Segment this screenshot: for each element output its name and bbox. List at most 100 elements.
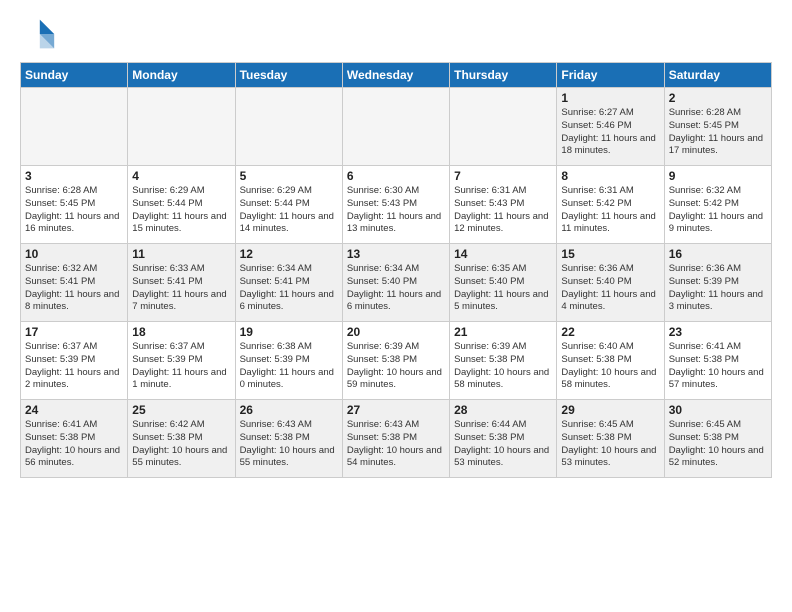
calendar-day-header: Saturday — [664, 63, 771, 88]
calendar-cell: 10 Sunrise: 6:32 AMSunset: 5:41 PMDayligh… — [21, 244, 128, 322]
day-info: Sunrise: 6:36 AMSunset: 5:39 PMDaylight:… — [669, 263, 767, 314]
day-info: Sunrise: 6:28 AMSunset: 5:45 PMDaylight:… — [25, 185, 123, 236]
day-number: 27 — [347, 403, 445, 417]
day-info: Sunrise: 6:36 AMSunset: 5:40 PMDaylight:… — [561, 263, 659, 314]
calendar-cell: 18 Sunrise: 6:37 AMSunset: 5:39 PMDayligh… — [128, 322, 235, 400]
day-info: Sunrise: 6:37 AMSunset: 5:39 PMDaylight:… — [132, 341, 230, 392]
calendar-week-row: 24 Sunrise: 6:41 AMSunset: 5:38 PMDayligh… — [21, 400, 772, 478]
calendar-cell — [450, 88, 557, 166]
calendar-cell: 25 Sunrise: 6:42 AMSunset: 5:38 PMDayligh… — [128, 400, 235, 478]
calendar-cell: 1Sunrise: 6:27 AMSunset: 5:46 PMDaylight… — [557, 88, 664, 166]
header — [20, 16, 772, 52]
day-number: 17 — [25, 325, 123, 339]
calendar-cell: 13 Sunrise: 6:34 AMSunset: 5:40 PMDayligh… — [342, 244, 449, 322]
day-number: 25 — [132, 403, 230, 417]
day-number: 4 — [132, 169, 230, 183]
day-info: Sunrise: 6:27 AMSunset: 5:46 PMDaylight:… — [561, 107, 659, 158]
calendar-cell: 29 Sunrise: 6:45 AMSunset: 5:38 PMDayligh… — [557, 400, 664, 478]
day-number: 10 — [25, 247, 123, 261]
day-info: Sunrise: 6:45 AMSunset: 5:38 PMDaylight:… — [669, 419, 767, 470]
logo-icon — [20, 16, 56, 52]
calendar-week-row: 10 Sunrise: 6:32 AMSunset: 5:41 PMDayligh… — [21, 244, 772, 322]
day-info: Sunrise: 6:29 AMSunset: 5:44 PMDaylight:… — [132, 185, 230, 236]
calendar-header-row: SundayMondayTuesdayWednesdayThursdayFrid… — [21, 63, 772, 88]
calendar-day-header: Tuesday — [235, 63, 342, 88]
day-info: Sunrise: 6:32 AMSunset: 5:41 PMDaylight:… — [25, 263, 123, 314]
day-number: 13 — [347, 247, 445, 261]
day-number: 20 — [347, 325, 445, 339]
calendar-cell: 9 Sunrise: 6:32 AMSunset: 5:42 PMDaylight… — [664, 166, 771, 244]
day-info: Sunrise: 6:41 AMSunset: 5:38 PMDaylight:… — [25, 419, 123, 470]
calendar-cell: 7 Sunrise: 6:31 AMSunset: 5:43 PMDaylight… — [450, 166, 557, 244]
day-info: Sunrise: 6:45 AMSunset: 5:38 PMDaylight:… — [561, 419, 659, 470]
calendar-cell: 21 Sunrise: 6:39 AMSunset: 5:38 PMDayligh… — [450, 322, 557, 400]
day-info: Sunrise: 6:42 AMSunset: 5:38 PMDaylight:… — [132, 419, 230, 470]
day-number: 22 — [561, 325, 659, 339]
calendar-cell: 14 Sunrise: 6:35 AMSunset: 5:40 PMDayligh… — [450, 244, 557, 322]
day-number: 8 — [561, 169, 659, 183]
calendar-cell: 8 Sunrise: 6:31 AMSunset: 5:42 PMDaylight… — [557, 166, 664, 244]
day-info: Sunrise: 6:30 AMSunset: 5:43 PMDaylight:… — [347, 185, 445, 236]
day-number: 5 — [240, 169, 338, 183]
calendar-cell: 16 Sunrise: 6:36 AMSunset: 5:39 PMDayligh… — [664, 244, 771, 322]
calendar-cell: 6 Sunrise: 6:30 AMSunset: 5:43 PMDaylight… — [342, 166, 449, 244]
calendar-cell: 26 Sunrise: 6:43 AMSunset: 5:38 PMDayligh… — [235, 400, 342, 478]
day-info: Sunrise: 6:44 AMSunset: 5:38 PMDaylight:… — [454, 419, 552, 470]
calendar-cell: 24 Sunrise: 6:41 AMSunset: 5:38 PMDayligh… — [21, 400, 128, 478]
day-info: Sunrise: 6:39 AMSunset: 5:38 PMDaylight:… — [347, 341, 445, 392]
day-number: 9 — [669, 169, 767, 183]
calendar-cell: 5 Sunrise: 6:29 AMSunset: 5:44 PMDaylight… — [235, 166, 342, 244]
day-number: 7 — [454, 169, 552, 183]
day-info: Sunrise: 6:31 AMSunset: 5:42 PMDaylight:… — [561, 185, 659, 236]
calendar-cell: 12Sunrise: 6:34 AMSunset: 5:41 PMDayligh… — [235, 244, 342, 322]
calendar-cell — [235, 88, 342, 166]
calendar-cell: 17 Sunrise: 6:37 AMSunset: 5:39 PMDayligh… — [21, 322, 128, 400]
calendar-cell: 3 Sunrise: 6:28 AMSunset: 5:45 PMDaylight… — [21, 166, 128, 244]
calendar-cell: 28Sunrise: 6:44 AMSunset: 5:38 PMDayligh… — [450, 400, 557, 478]
day-info: Sunrise: 6:39 AMSunset: 5:38 PMDaylight:… — [454, 341, 552, 392]
calendar-week-row: 17 Sunrise: 6:37 AMSunset: 5:39 PMDayligh… — [21, 322, 772, 400]
calendar-week-row: 1Sunrise: 6:27 AMSunset: 5:46 PMDaylight… — [21, 88, 772, 166]
calendar-cell: 27 Sunrise: 6:43 AMSunset: 5:38 PMDayligh… — [342, 400, 449, 478]
calendar-day-header: Thursday — [450, 63, 557, 88]
day-number: 24 — [25, 403, 123, 417]
calendar-cell: 22 Sunrise: 6:40 AMSunset: 5:38 PMDayligh… — [557, 322, 664, 400]
day-info: Sunrise: 6:37 AMSunset: 5:39 PMDaylight:… — [25, 341, 123, 392]
day-info: Sunrise: 6:38 AMSunset: 5:39 PMDaylight:… — [240, 341, 338, 392]
day-number: 11 — [132, 247, 230, 261]
day-number: 18 — [132, 325, 230, 339]
day-number: 21 — [454, 325, 552, 339]
day-info: Sunrise: 6:32 AMSunset: 5:42 PMDaylight:… — [669, 185, 767, 236]
calendar-day-header: Wednesday — [342, 63, 449, 88]
calendar-day-header: Monday — [128, 63, 235, 88]
day-info: Sunrise: 6:43 AMSunset: 5:38 PMDaylight:… — [240, 419, 338, 470]
calendar-cell: 23 Sunrise: 6:41 AMSunset: 5:38 PMDayligh… — [664, 322, 771, 400]
day-info: Sunrise: 6:29 AMSunset: 5:44 PMDaylight:… — [240, 185, 338, 236]
day-number: 29 — [561, 403, 659, 417]
day-number: 26 — [240, 403, 338, 417]
day-info: Sunrise: 6:41 AMSunset: 5:38 PMDaylight:… — [669, 341, 767, 392]
calendar: SundayMondayTuesdayWednesdayThursdayFrid… — [20, 62, 772, 478]
calendar-cell: 15Sunrise: 6:36 AMSunset: 5:40 PMDayligh… — [557, 244, 664, 322]
day-number: 19 — [240, 325, 338, 339]
calendar-cell: 20 Sunrise: 6:39 AMSunset: 5:38 PMDayligh… — [342, 322, 449, 400]
day-info: Sunrise: 6:31 AMSunset: 5:43 PMDaylight:… — [454, 185, 552, 236]
day-info: Sunrise: 6:34 AMSunset: 5:40 PMDaylight:… — [347, 263, 445, 314]
day-info: Sunrise: 6:35 AMSunset: 5:40 PMDaylight:… — [454, 263, 552, 314]
day-number: 12 — [240, 247, 338, 261]
day-number: 2 — [669, 91, 767, 105]
day-number: 3 — [25, 169, 123, 183]
day-number: 6 — [347, 169, 445, 183]
day-info: Sunrise: 6:43 AMSunset: 5:38 PMDaylight:… — [347, 419, 445, 470]
calendar-cell: 19 Sunrise: 6:38 AMSunset: 5:39 PMDayligh… — [235, 322, 342, 400]
day-number: 14 — [454, 247, 552, 261]
day-number: 23 — [669, 325, 767, 339]
day-number: 16 — [669, 247, 767, 261]
calendar-day-header: Sunday — [21, 63, 128, 88]
day-number: 30 — [669, 403, 767, 417]
calendar-cell: 2Sunrise: 6:28 AMSunset: 5:45 PMDaylight… — [664, 88, 771, 166]
day-info: Sunrise: 6:40 AMSunset: 5:38 PMDaylight:… — [561, 341, 659, 392]
calendar-cell: 4 Sunrise: 6:29 AMSunset: 5:44 PMDaylight… — [128, 166, 235, 244]
calendar-day-header: Friday — [557, 63, 664, 88]
calendar-cell — [342, 88, 449, 166]
